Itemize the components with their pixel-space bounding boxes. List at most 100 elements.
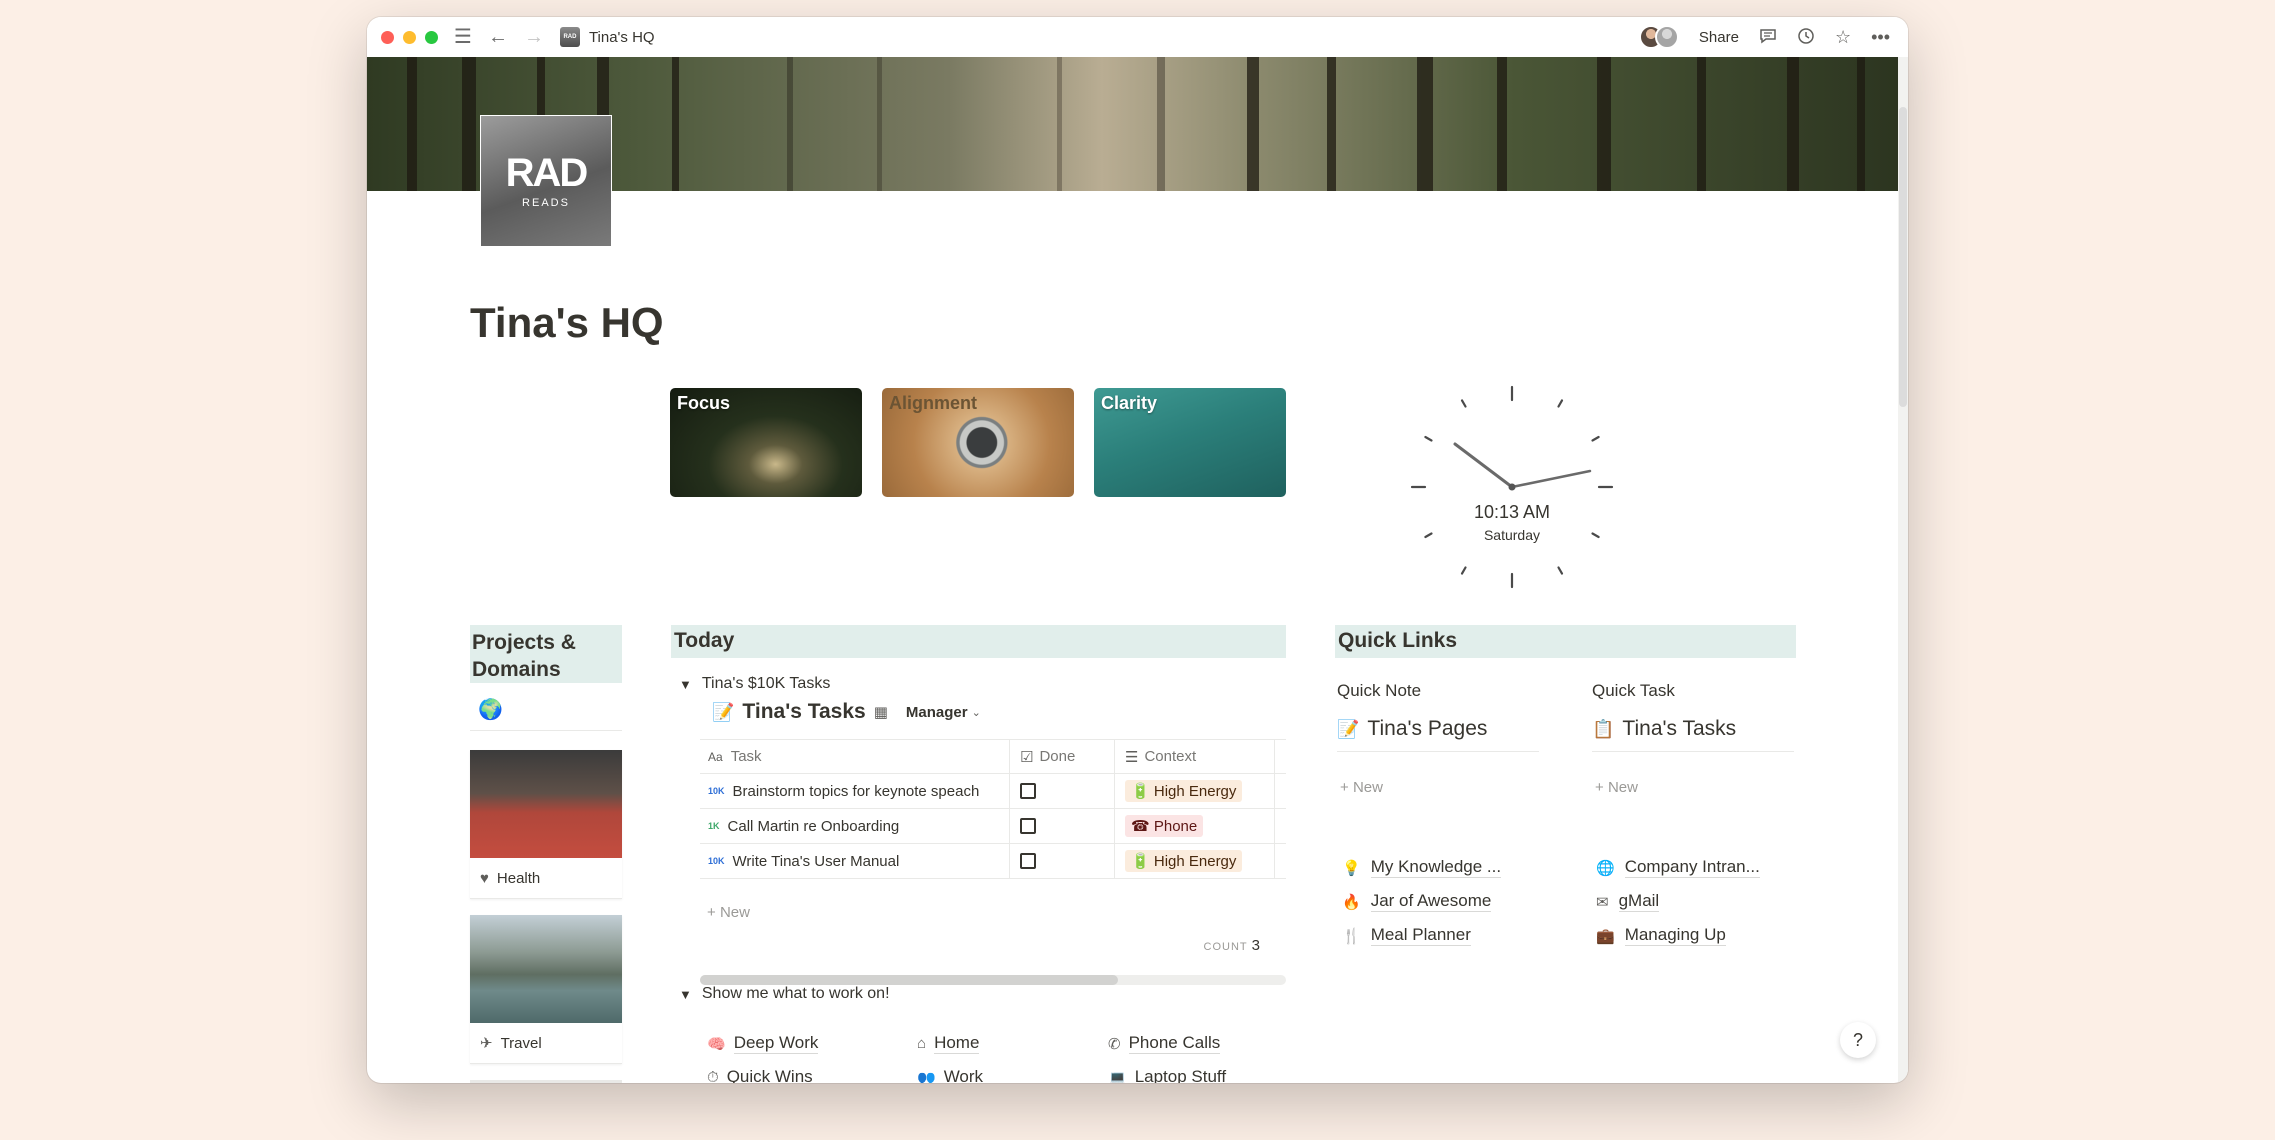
tasks-database-icon: 📝 [712, 701, 735, 722]
fork-knife-icon: 🍴 [1342, 927, 1361, 945]
link-label: Work [944, 1067, 983, 1083]
share-button[interactable]: Share [1699, 29, 1739, 46]
view-selector[interactable]: Manager [906, 704, 968, 721]
vertical-scrollbar[interactable] [1898, 57, 1908, 1083]
sidebar-menu-icon[interactable]: ☰ [454, 27, 472, 47]
toggle-triangle-icon[interactable]: ▼ [679, 987, 692, 1002]
back-arrow-icon[interactable]: ← [488, 27, 508, 47]
today-header: Today [671, 625, 1286, 658]
favorite-star-icon[interactable]: ☆ [1835, 28, 1851, 46]
link-label: Quick Wins [727, 1067, 813, 1083]
link-quick-wins[interactable]: ⏱ Quick Wins [707, 1067, 813, 1083]
link-work[interactable]: 👥 Work [917, 1067, 983, 1083]
table-row[interactable]: 10K Brainstorm topics for keynote speach … [700, 774, 1286, 809]
done-checkbox[interactable] [1020, 818, 1036, 834]
count-summary[interactable]: COUNT 3 [700, 937, 1260, 954]
database-title: Tina's Pages [1367, 717, 1488, 740]
toggle-work-on[interactable]: ▼ Show me what to work on! [679, 985, 890, 1003]
link-jar-of-awesome[interactable]: 🔥 Jar of Awesome [1342, 891, 1492, 912]
column-header-task[interactable]: Task [731, 748, 762, 765]
toggle-label: Tina's $10K Tasks [701, 675, 831, 692]
tasks-table: Aa Task ☑ Done ☰ Context 10K Brainstorm topi… [700, 739, 1286, 879]
link-my-knowledge[interactable]: 💡 My Knowledge ... [1342, 857, 1502, 878]
link-company-intranet[interactable]: 🌐 Company Intran... [1596, 857, 1760, 878]
phone-icon: ☎ [1131, 818, 1150, 835]
toggle-triangle-icon[interactable]: ▼ [679, 677, 692, 692]
link-home[interactable]: ⌂ Home [917, 1033, 980, 1054]
tasks-database-link[interactable]: 📋 Tina's Tasks [1592, 717, 1794, 752]
priority-badge: 10K [708, 856, 725, 866]
heart-icon: ♥ [480, 869, 489, 887]
task-name[interactable]: Call Martin re Onboarding [728, 818, 900, 835]
chevron-down-icon[interactable]: ⌄ [972, 706, 981, 719]
done-checkbox[interactable] [1020, 783, 1036, 799]
horizontal-scrollbar[interactable] [700, 975, 1286, 985]
gallery-card-label: Focus [677, 393, 731, 413]
context-tag-label: Phone [1153, 818, 1198, 835]
minimize-window-button[interactable] [403, 30, 416, 44]
quick-links-header: Quick Links [1335, 625, 1796, 658]
laptop-icon: 💻 [1108, 1069, 1127, 1084]
count-label: COUNT [1203, 941, 1248, 953]
context-tag[interactable]: 🔋 High Energy [1125, 780, 1243, 802]
task-name[interactable]: Write Tina's User Manual [733, 853, 900, 870]
link-laptop-stuff[interactable]: 💻 Laptop Stuff [1108, 1067, 1226, 1083]
domain-card-travel[interactable]: ✈ Travel [470, 915, 622, 1064]
more-options-icon[interactable]: ••• [1871, 28, 1890, 46]
page-title[interactable]: Tina's HQ [470, 299, 664, 347]
gallery-card-alignment[interactable]: Alignment [882, 388, 1074, 497]
globe-icon[interactable]: 🌍 [470, 697, 622, 731]
priority-badge: 1K [708, 821, 720, 831]
home-icon: ⌂ [917, 1035, 927, 1052]
page-icon[interactable]: RAD READS [480, 115, 612, 247]
link-phone-calls[interactable]: ✆ Phone Calls [1108, 1033, 1221, 1054]
column-header-context[interactable]: Context [1144, 748, 1196, 765]
forward-arrow-icon[interactable]: → [524, 27, 544, 47]
link-gmail[interactable]: ✉ gMail [1596, 891, 1660, 912]
breadcrumb-title[interactable]: Tina's HQ [589, 29, 655, 46]
count-value: 3 [1251, 937, 1260, 954]
toggle-10k-tasks[interactable]: ▼ Tina's $10K Tasks [679, 675, 830, 693]
maximize-window-button[interactable] [425, 30, 438, 44]
link-label: Jar of Awesome [1370, 891, 1492, 912]
clock-day: Saturday [1483, 527, 1541, 543]
domain-card-health[interactable]: ♥ Health [470, 750, 622, 899]
checkbox-property-icon: ☑ [1020, 748, 1034, 766]
clock-widget: 10:13 AM Saturday [1407, 382, 1617, 592]
task-name[interactable]: Brainstorm topics for keynote speach [733, 783, 980, 800]
gallery-card-focus[interactable]: Focus [670, 388, 862, 497]
plus-icon: + [707, 904, 720, 921]
history-clock-icon[interactable] [1797, 27, 1815, 48]
app-window: ☰ ← → RAD Tina's HQ Share ☆ ••• RAD READ… [367, 17, 1908, 1083]
add-new-task-button[interactable]: + New [707, 904, 750, 921]
database-title[interactable]: Tina's Tasks [742, 700, 865, 724]
link-meal-planner[interactable]: 🍴 Meal Planner [1342, 925, 1471, 946]
link-deep-work[interactable]: 🧠 Deep Work [707, 1033, 819, 1054]
domain-card-partial[interactable] [470, 1080, 622, 1083]
page-icon-logo-text: RAD [505, 151, 589, 195]
new-note-button[interactable]: + New [1340, 779, 1383, 796]
gallery-card-label: Clarity [1101, 393, 1158, 413]
lightbulb-icon: 💡 [1342, 859, 1361, 877]
gallery-card-clarity[interactable]: Clarity [1094, 388, 1286, 497]
close-window-button[interactable] [381, 30, 394, 44]
context-tag[interactable]: 🔋 High Energy [1125, 850, 1243, 872]
health-cover-image [470, 750, 622, 858]
table-row[interactable]: 10K Write Tina's User Manual 🔋 High Energ… [700, 844, 1286, 879]
comment-icon[interactable] [1759, 27, 1777, 48]
table-row[interactable]: 1K Call Martin re Onboarding ☎ Phone [700, 809, 1286, 844]
travel-cover-image [470, 915, 622, 1023]
gallery-card-label: Alignment [889, 393, 977, 413]
done-checkbox[interactable] [1020, 853, 1036, 869]
quick-task-label: Quick Task [1592, 681, 1675, 700]
tasks-database-header: 📝 Tina's Tasks ▦ Manager ⌄ [712, 700, 981, 724]
help-button[interactable]: ? [1840, 1022, 1876, 1058]
quick-note-label: Quick Note [1337, 681, 1422, 700]
new-task-button[interactable]: + New [1595, 779, 1638, 796]
context-tag[interactable]: ☎ Phone [1125, 815, 1204, 837]
link-managing-up[interactable]: 💼 Managing Up [1596, 925, 1726, 946]
column-header-done[interactable]: Done [1039, 748, 1075, 765]
collaborator-avatars[interactable] [1638, 25, 1679, 49]
pages-database-link[interactable]: 📝 Tina's Pages [1337, 717, 1539, 752]
fire-icon: 🔥 [1342, 893, 1361, 911]
